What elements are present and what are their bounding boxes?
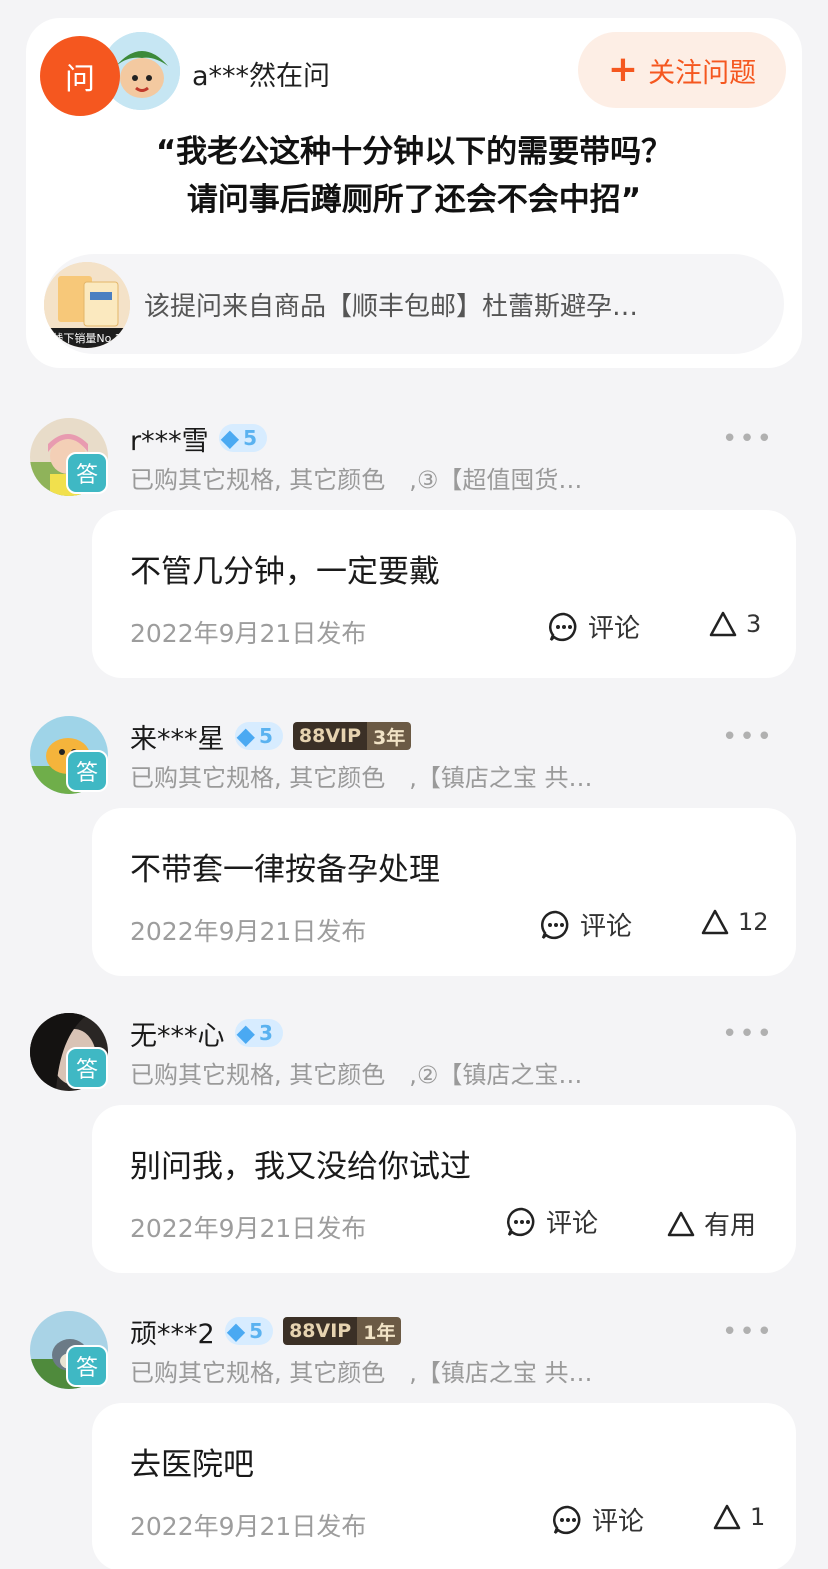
level-badge: ◆ 5	[218, 424, 267, 452]
answerer-name-row: 顽***2 ◆ 5 88VIP 1年	[130, 1312, 402, 1351]
answer-date: 2022年9月21日发布	[130, 917, 367, 946]
vip-badge: 88VIP 3年	[292, 722, 412, 750]
useful-button[interactable]: 有用	[666, 1205, 756, 1242]
level-badge: ◆ 3	[234, 1019, 283, 1047]
triangle-like-icon	[701, 909, 729, 935]
comment-bubble-icon	[552, 1505, 581, 1534]
level-number: 3	[258, 1021, 273, 1045]
comment-bubble-icon	[506, 1207, 535, 1236]
plus-icon: +	[607, 49, 639, 90]
vip-label: 88VIP	[292, 722, 368, 750]
answer-badge: 答	[66, 1047, 108, 1089]
useful-label: 有用	[704, 1211, 757, 1241]
comment-button[interactable]: 评论	[552, 1501, 644, 1538]
answer-date: 2022年9月21日发布	[130, 619, 367, 648]
comment-button[interactable]: 评论	[540, 906, 632, 943]
diamond-icon: ◆	[236, 1019, 255, 1047]
like-count: 3	[746, 610, 762, 638]
triangle-like-icon	[709, 611, 737, 637]
like-button[interactable]: 1	[712, 1503, 765, 1531]
answer-bubble: 不带套一律按备孕处理 2022年9月21日发布 评论 12	[92, 808, 796, 976]
comment-bubble-icon	[548, 612, 577, 641]
like-button[interactable]: 12	[700, 908, 769, 936]
vip-years: 3年	[367, 722, 412, 750]
follow-label: 关注问题	[648, 57, 757, 89]
answerer-name-row: 无***心 ◆ 3	[130, 1014, 283, 1053]
question-card: 问 a***然在问 + 关注问题 “我老公这种十分钟以下的需要带吗？ 请问事后蹲…	[26, 18, 802, 368]
answer-bubble: 去医院吧 2022年9月21日发布 评论 1	[92, 1403, 796, 1569]
comment-button[interactable]: 评论	[506, 1203, 598, 1240]
answer-content: 不带套一律按备孕处理	[130, 852, 440, 888]
answer-content: 去医院吧	[130, 1447, 254, 1483]
asker-name[interactable]: a***然在问	[192, 54, 330, 93]
comment-label: 评论	[588, 614, 641, 644]
level-badge: ◆ 5	[224, 1317, 274, 1345]
answerer-name-row: r***雪 ◆ 5	[130, 419, 267, 458]
level-number: 5	[243, 426, 257, 450]
source-product-link[interactable]: 线下销量No.1 该提问来自商品【顺丰包邮】杜蕾斯避孕…	[44, 254, 784, 354]
diamond-icon: ◆	[236, 722, 255, 750]
purchase-spec: 已购其它规格, 其它颜色 ,【镇店之宝 共…	[130, 764, 593, 792]
diamond-icon: ◆	[226, 1317, 246, 1345]
like-count: 12	[738, 908, 769, 936]
purchase-spec: 已购其它规格, 其它颜色 ,③【超值囤货…	[130, 466, 583, 494]
answer-date: 2022年9月21日发布	[130, 1214, 367, 1243]
triangle-like-icon	[713, 1504, 741, 1530]
answerer-name[interactable]: 顽***2	[130, 1312, 215, 1351]
diamond-icon: ◆	[220, 424, 240, 452]
answer-content: 别问我，我又没给你试过	[130, 1149, 471, 1185]
more-dots-icon[interactable]: •••	[722, 424, 774, 454]
question-badge: 问	[40, 36, 120, 116]
purchase-spec: 已购其它规格, 其它颜色 ,②【镇店之宝…	[130, 1061, 583, 1089]
answer-bubble: 别问我，我又没给你试过 2022年9月21日发布 评论 有用	[92, 1105, 796, 1273]
comment-bubble-icon	[540, 910, 569, 939]
comment-label: 评论	[580, 912, 633, 942]
answer-badge: 答	[66, 750, 108, 792]
question-title: “我老公这种十分钟以下的需要带吗？ 请问事后蹲厕所了还会不会中招”	[26, 128, 802, 224]
question-title-line-2: 请问事后蹲厕所了还会不会中招”	[186, 182, 642, 218]
product-source-text: 该提问来自商品【顺丰包邮】杜蕾斯避孕…	[144, 292, 639, 322]
more-dots-icon[interactable]: •••	[722, 1317, 774, 1347]
question-title-line-1: “我老公这种十分钟以下的需要带吗？	[155, 134, 673, 170]
comment-button[interactable]: 评论	[548, 608, 640, 645]
vip-label: 88VIP	[283, 1317, 358, 1345]
answer-bubble: 不管几分钟，一定要戴 2022年9月21日发布 评论 3	[92, 510, 796, 678]
triangle-like-icon	[667, 1211, 695, 1236]
like-button[interactable]: 3	[708, 610, 761, 638]
follow-question-button[interactable]: + 关注问题	[578, 32, 786, 108]
answer-badge: 答	[66, 1345, 108, 1387]
like-count: 1	[750, 1503, 766, 1531]
purchase-spec: 已购其它规格, 其它颜色 ,【镇店之宝 共…	[130, 1359, 593, 1387]
level-badge: ◆ 5	[234, 722, 283, 750]
level-number: 5	[258, 724, 273, 748]
product-sales-badge: 线下销量No.1	[52, 331, 121, 345]
comment-label: 评论	[546, 1209, 599, 1239]
more-dots-icon[interactable]: •••	[722, 1019, 774, 1049]
answer-badge: 答	[66, 452, 108, 494]
answer-date: 2022年9月21日发布	[130, 1512, 367, 1541]
answer-content: 不管几分钟，一定要戴	[130, 554, 440, 590]
more-dots-icon[interactable]: •••	[722, 722, 774, 752]
product-thumbnail: 线下销量No.1	[44, 262, 130, 348]
answerer-name[interactable]: r***雪	[130, 419, 209, 458]
answerer-name[interactable]: 无***心	[130, 1014, 225, 1053]
level-number: 5	[249, 1319, 264, 1343]
vip-years: 1年	[357, 1317, 402, 1345]
answerer-name-row: 来***星 ◆ 5 88VIP 3年	[130, 717, 412, 756]
vip-badge: 88VIP 1年	[283, 1317, 402, 1345]
qa-page: 问 a***然在问 + 关注问题 “我老公这种十分钟以下的需要带吗？ 请问事后蹲…	[0, 0, 828, 1569]
answerer-name[interactable]: 来***星	[130, 717, 225, 756]
comment-label: 评论	[592, 1507, 645, 1537]
